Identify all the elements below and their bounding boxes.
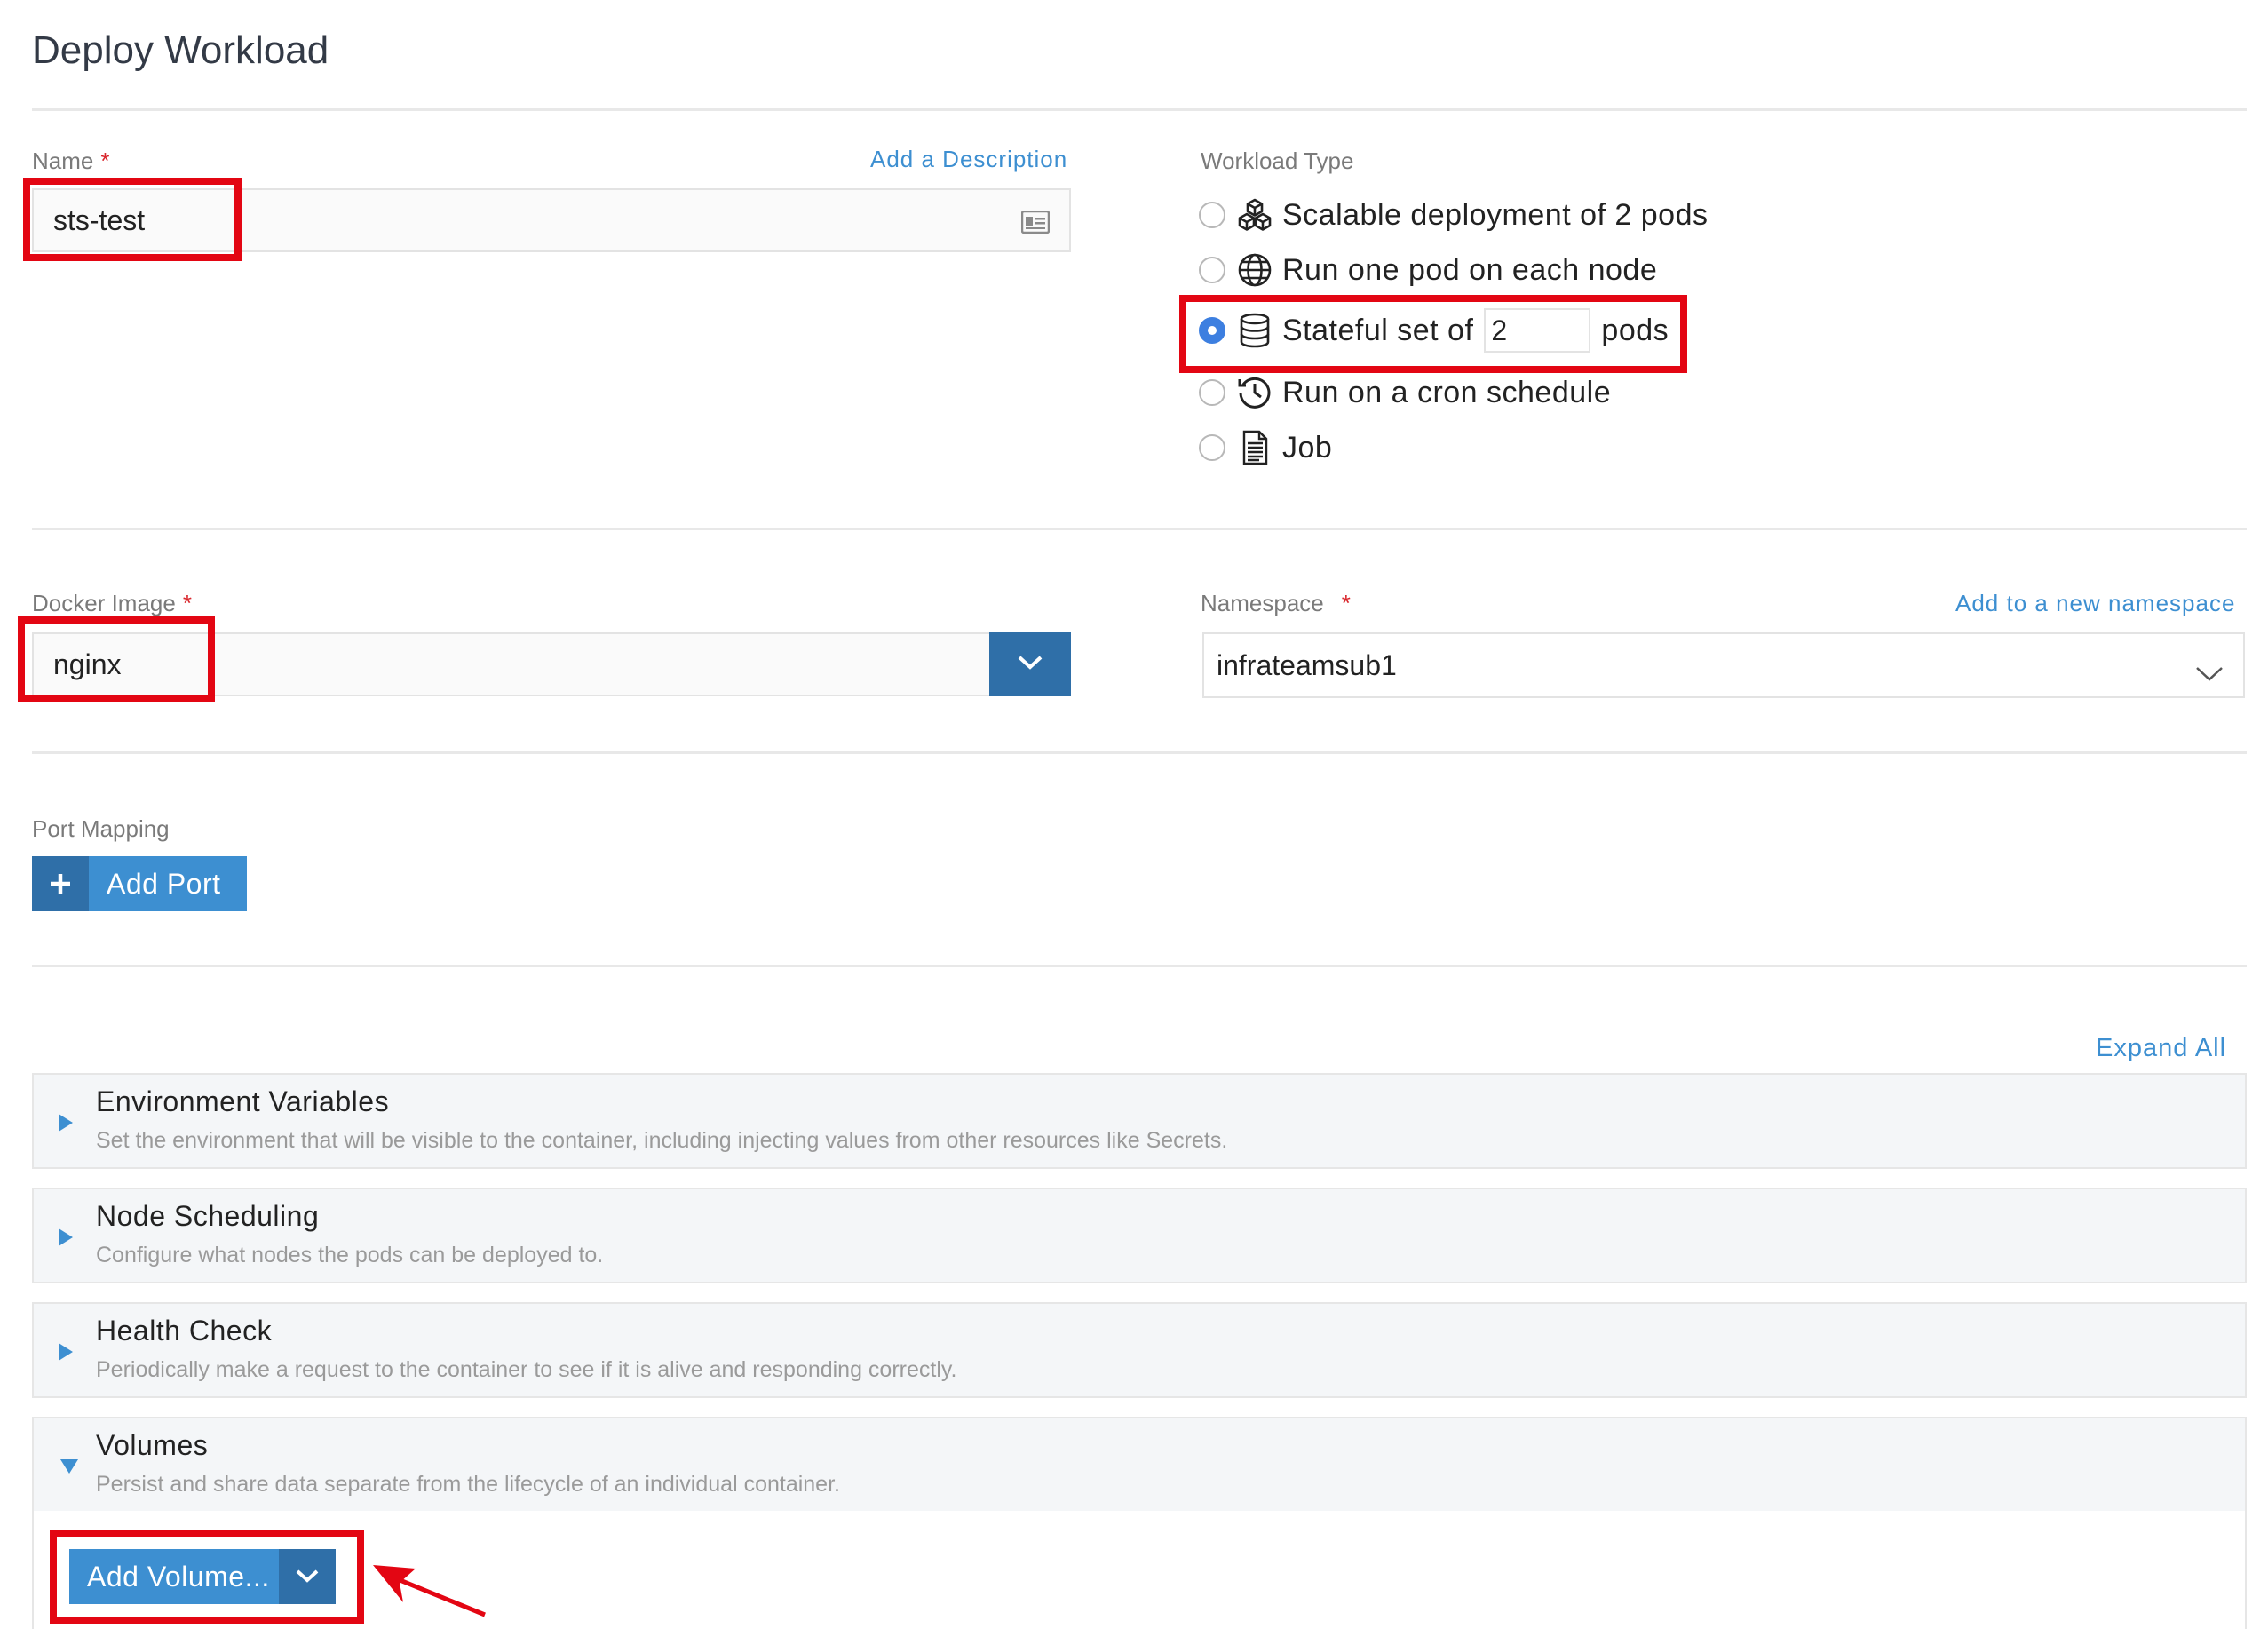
- cubes-icon: [1236, 196, 1273, 234]
- volumes-section-body: [32, 1511, 2247, 1629]
- radio-cron[interactable]: [1199, 379, 1225, 406]
- docker-image-label: Docker Image *: [32, 590, 192, 616]
- section-title: Node Scheduling: [96, 1200, 320, 1232]
- workload-option-label: Scalable deployment of 2 pods: [1282, 197, 1709, 232]
- highlight-box-docker-image: [18, 616, 215, 702]
- required-mark: *: [182, 590, 192, 616]
- port-mapping-label: Port Mapping: [32, 815, 170, 842]
- section-title: Environment Variables: [96, 1085, 390, 1117]
- workload-option-job[interactable]: Job: [1199, 423, 1332, 473]
- radio-job[interactable]: [1199, 434, 1225, 461]
- caret-right-icon: [59, 1114, 73, 1132]
- plus-icon: [32, 856, 89, 911]
- workload-option-daemonset[interactable]: Run one pod on each node: [1199, 245, 1657, 295]
- namespace-value: infrateamsub1: [1217, 648, 1397, 681]
- workload-type-label: Workload Type: [1201, 147, 1354, 174]
- name-label: Name *: [32, 147, 110, 174]
- section-node-scheduling[interactable]: Node Scheduling Configure what nodes the…: [32, 1188, 2247, 1283]
- section-description: Periodically make a request to the conta…: [96, 1357, 957, 1382]
- namespace-select[interactable]: infrateamsub1: [1202, 632, 2245, 698]
- radio-deployment[interactable]: [1199, 202, 1225, 228]
- docker-image-dropdown-button[interactable]: [989, 632, 1071, 696]
- id-card-icon: [1020, 208, 1051, 234]
- section-description: Persist and share data separate from the…: [96, 1472, 840, 1497]
- section-health-check[interactable]: Health Check Periodically make a request…: [32, 1302, 2247, 1398]
- clock-icon: [1236, 374, 1273, 411]
- section-title: Health Check: [96, 1315, 273, 1347]
- caret-right-icon: [59, 1228, 73, 1246]
- section-title: Volumes: [96, 1429, 209, 1461]
- section-description: Configure what nodes the pods can be dep…: [96, 1243, 604, 1267]
- page-title: Deploy Workload: [32, 28, 329, 72]
- section-volumes[interactable]: Volumes Persist and share data separate …: [32, 1417, 2247, 1513]
- workload-option-label: Job: [1282, 430, 1333, 465]
- section-divider: [32, 751, 2247, 754]
- add-port-button[interactable]: Add Port: [32, 856, 247, 911]
- add-description-link[interactable]: Add a Description: [870, 146, 1067, 173]
- header-divider: [32, 108, 2247, 111]
- globe-icon: [1236, 251, 1273, 289]
- section-environment-variables[interactable]: Environment Variables Set the environmen…: [32, 1073, 2247, 1169]
- workload-option-label: Run one pod on each node: [1282, 252, 1658, 287]
- add-port-label: Add Port: [107, 867, 221, 900]
- chevron-down-icon: [1017, 655, 1043, 675]
- workload-option-label: Run on a cron schedule: [1282, 375, 1612, 409]
- workload-option-cron[interactable]: Run on a cron schedule: [1199, 368, 1611, 417]
- highlight-box-name: [23, 178, 242, 261]
- required-mark: *: [1341, 590, 1351, 616]
- highlight-box-add-volume: [50, 1530, 364, 1624]
- chevron-down-icon: [2195, 657, 2224, 690]
- workload-option-deployment[interactable]: Scalable deployment of 2 pods: [1199, 190, 1708, 240]
- radio-daemonset[interactable]: [1199, 257, 1225, 283]
- required-mark: *: [100, 147, 110, 174]
- document-icon: [1236, 429, 1273, 466]
- expand-all-link[interactable]: Expand All: [2096, 1034, 2226, 1063]
- caret-right-icon: [59, 1343, 73, 1361]
- namespace-label: Namespace *: [1201, 590, 1351, 616]
- highlight-box-statefulset: [1179, 295, 1687, 373]
- section-description: Set the environment that will be visible…: [96, 1128, 1228, 1153]
- section-divider: [32, 965, 2247, 967]
- add-namespace-link[interactable]: Add to a new namespace: [1955, 590, 2235, 617]
- caret-down-icon: [60, 1459, 78, 1474]
- section-divider: [32, 528, 2247, 530]
- annotation-arrow-icon: [373, 1565, 486, 1617]
